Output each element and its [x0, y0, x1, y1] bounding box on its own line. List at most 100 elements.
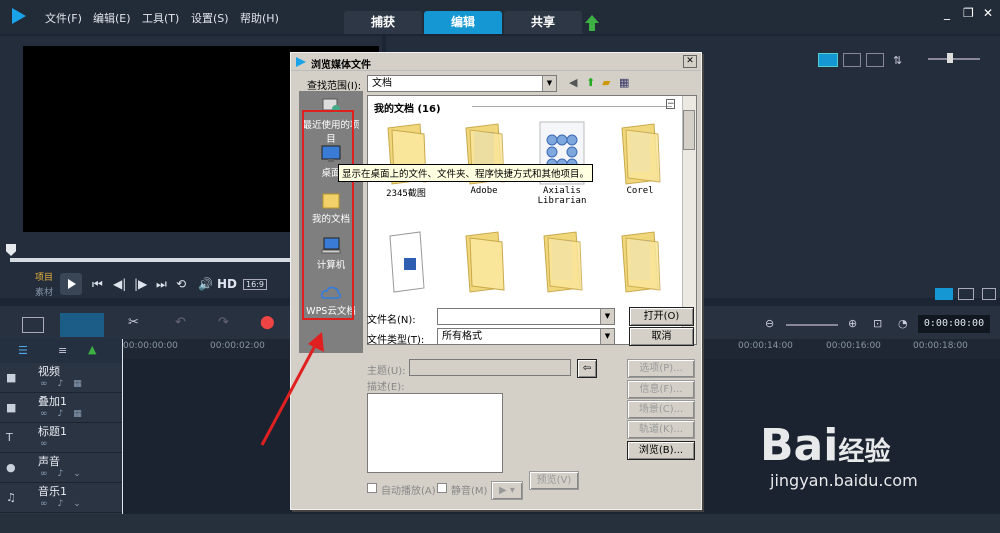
track-music[interactable]: ♫ 音乐1 ∞♪⌄ [0, 483, 122, 513]
file-item[interactable] [602, 228, 678, 294]
file-item[interactable] [524, 228, 600, 294]
track-list-icon[interactable]: ≡ [58, 344, 67, 357]
file-name: Corel [626, 186, 654, 196]
view-grid-icon[interactable] [866, 53, 884, 67]
volume-icon[interactable]: 🔊 [198, 277, 213, 291]
file-item[interactable] [446, 228, 522, 294]
view-thumbnails-icon[interactable] [818, 53, 838, 67]
filetype-combo[interactable]: 所有格式 ▼ [437, 328, 615, 345]
status-bar [0, 514, 1000, 533]
minimize-icon[interactable]: _ [944, 6, 950, 20]
scene-button[interactable]: 场景(C)... [627, 400, 695, 419]
up-folder-icon[interactable]: ⬆ [586, 76, 595, 89]
zoom-in-icon[interactable]: ⊕ [848, 317, 857, 330]
info-button[interactable]: 信息(F)... [627, 380, 695, 399]
add-track-icon[interactable]: ▲ [88, 343, 96, 356]
next-frame-icon[interactable]: |▶ [134, 277, 147, 291]
mute-checkbox[interactable] [437, 483, 447, 493]
hd-toggle[interactable]: HD [217, 277, 237, 291]
subject-browse-button[interactable]: ⇦ [577, 359, 597, 378]
menu-help[interactable]: 帮助(H) [240, 10, 279, 26]
sort-icon[interactable]: ⇅ [893, 54, 902, 67]
go-end-icon[interactable]: ⏭ [156, 277, 167, 292]
chevron-down-icon[interactable]: ▼ [600, 329, 614, 344]
menu-settings[interactable]: 设置(S) [191, 10, 229, 26]
scrollbar-thumb[interactable] [683, 110, 695, 150]
play-preview-button[interactable]: ▶ ▾ [491, 481, 523, 500]
browse-button[interactable]: 浏览(B)... [627, 441, 695, 460]
file-item[interactable]: Axialis Librarian [524, 120, 600, 206]
options-button[interactable]: 选项(P)... [627, 359, 695, 378]
record-icon[interactable]: ⬤ [260, 315, 275, 330]
autoplay-checkbox[interactable] [367, 483, 377, 493]
panel-layout2-icon[interactable] [958, 288, 974, 300]
fit-icon[interactable]: ⊡ [873, 317, 882, 330]
track-video[interactable]: ■ 视频 ∞♪▦ [0, 363, 122, 393]
track-manager-icon[interactable]: ☰ [18, 344, 28, 357]
tab-share[interactable]: 共享 [504, 11, 582, 34]
track-overlay[interactable]: ■ 叠加1 ∞♪▦ [0, 393, 122, 423]
mode-clip[interactable]: 素材 [35, 285, 53, 298]
repeat-icon[interactable]: ⟲ [176, 277, 186, 291]
file-item[interactable]: 2345截图 [368, 120, 444, 199]
menu-file[interactable]: 文件(F) [45, 10, 82, 26]
track-controls[interactable]: ∞♪▦ [40, 379, 92, 389]
zoom-out-icon[interactable]: ⊖ [765, 317, 774, 330]
close-icon[interactable]: ✕ [983, 6, 993, 20]
file-item[interactable]: Adobe [446, 120, 522, 196]
menu-tools[interactable]: 工具(T) [142, 10, 179, 26]
track-voice[interactable]: ● 声音 ∞♪⌄ [0, 453, 122, 483]
upload-arrow-icon[interactable] [585, 15, 599, 31]
preview-button[interactable]: 预览(V) [529, 471, 579, 490]
file-item[interactable]: Corel [602, 120, 678, 196]
panel-layout-icon[interactable] [935, 288, 953, 300]
playhead[interactable] [122, 339, 123, 514]
aspect-ratio-button[interactable]: 16:9 [243, 279, 267, 290]
play-button[interactable] [60, 273, 82, 295]
lookin-value: 文档 [372, 78, 392, 89]
chevron-down-icon[interactable]: ▼ [542, 76, 556, 91]
track-title[interactable]: T 标题1 ∞ [0, 423, 122, 453]
description-textarea[interactable] [367, 393, 503, 473]
file-item[interactable] [368, 228, 444, 294]
collapse-icon[interactable]: − [666, 99, 675, 109]
folder-icon [621, 231, 661, 293]
back-icon[interactable]: ◀ [569, 76, 577, 89]
tab-capture[interactable]: 捕获 [344, 11, 422, 34]
track-controls[interactable]: ∞♪⌄ [40, 499, 91, 509]
go-start-icon[interactable]: ⏮ [92, 277, 103, 292]
open-button[interactable]: 打开(O) [629, 307, 694, 326]
timecode-display[interactable]: 0:00:00:00 [918, 315, 990, 333]
tools-icon[interactable]: ✂ [128, 315, 139, 330]
undo-icon[interactable]: ↶ [175, 315, 186, 330]
tab-edit[interactable]: 编辑 [424, 11, 502, 34]
track-controls[interactable]: ∞♪▦ [40, 409, 92, 419]
chevron-down-icon[interactable]: ▼ [600, 309, 614, 324]
filename-combo[interactable]: ▼ [437, 308, 615, 325]
timeline-zoom-slider[interactable] [786, 324, 838, 326]
redo-icon[interactable]: ↷ [218, 315, 229, 330]
menu-edit[interactable]: 编辑(E) [93, 10, 131, 26]
cancel-button[interactable]: 取消 [629, 327, 694, 346]
tags-button[interactable]: 轨道(K)... [627, 420, 695, 439]
zoom-slider[interactable] [928, 58, 980, 60]
panel-edit-icon[interactable] [982, 288, 996, 300]
timeline-view-icon[interactable] [60, 313, 104, 337]
prev-frame-icon[interactable]: ◀| [113, 277, 126, 291]
lookin-combo[interactable]: 文档 ▼ [367, 75, 557, 92]
watermark-brand: Bai [760, 420, 839, 471]
dialog-titlebar[interactable]: 浏览媒体文件 ✕ [291, 53, 701, 71]
track-controls[interactable]: ∞ [40, 439, 58, 449]
storyboard-view-icon[interactable] [22, 317, 44, 333]
track-controls[interactable]: ∞♪⌄ [40, 469, 91, 479]
view-list-icon[interactable] [843, 53, 861, 67]
new-folder-icon[interactable]: ▰ [602, 76, 610, 89]
subject-input[interactable] [409, 359, 571, 376]
overlay-track-icon: ■ [6, 401, 17, 414]
mode-project[interactable]: 项目 [35, 270, 53, 283]
zoom-slider-handle[interactable] [947, 53, 953, 63]
file-name: Adobe [470, 186, 498, 196]
view-menu-icon[interactable]: ▦ [619, 76, 629, 89]
restore-icon[interactable]: ❐ [963, 6, 974, 20]
dialog-close-button[interactable]: ✕ [683, 55, 697, 68]
